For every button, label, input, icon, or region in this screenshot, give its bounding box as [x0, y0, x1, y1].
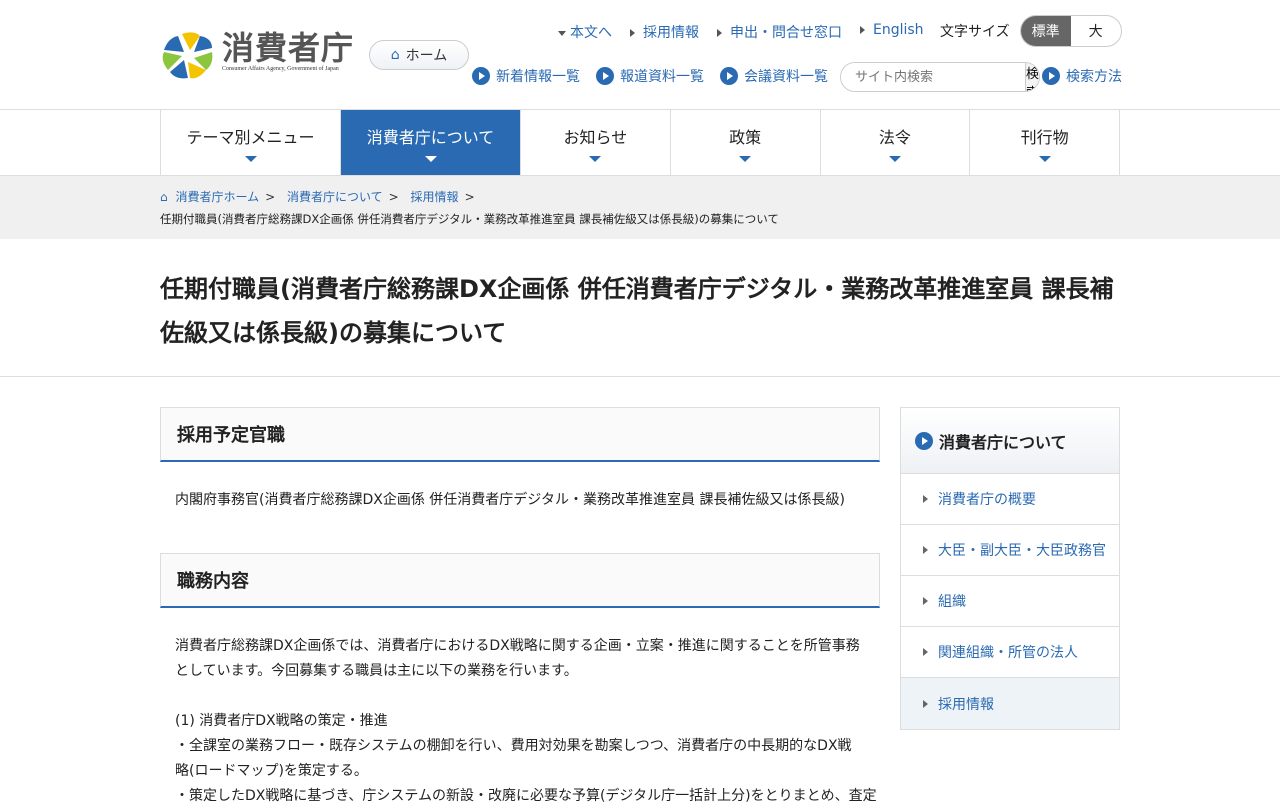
nav-theme-menu[interactable]: テーマ別メニュー: [161, 110, 341, 175]
logo[interactable]: 消費者庁 Consumer Affairs Agency, Government…: [160, 30, 354, 82]
sidebar-item-overview[interactable]: 消費者庁の概要: [901, 474, 1119, 525]
nav-policy[interactable]: 政策: [671, 110, 821, 175]
main-content: 採用予定官職 内閣府事務官(消費者庁総務課DX企画係 併任消費者庁デジタル・業務…: [160, 407, 880, 809]
global-nav: テーマ別メニュー 消費者庁について お知らせ 政策 法令 刊行物: [160, 110, 1120, 175]
arrow-circle-icon: [915, 431, 933, 450]
breadcrumb: ⌂ 消費者庁ホーム > 消費者庁について > 採用情報 > 任期付職員(消費者庁総務課…: [0, 176, 1280, 239]
font-standard-button[interactable]: 標準: [1020, 16, 1071, 46]
logo-pinwheel-icon: [162, 32, 213, 79]
header: 消費者庁 Consumer Affairs Agency, Government…: [0, 0, 1280, 110]
home-icon: ⌂: [160, 190, 168, 204]
site-search: 検索: [840, 62, 1040, 92]
utility-links: 本文へ 採用情報 申出・問合せ窓口 English: [558, 22, 924, 42]
nav-about[interactable]: 消費者庁について: [341, 110, 521, 175]
home-button[interactable]: ⌂ ホーム: [369, 40, 469, 70]
sub-links: 新着情報一覧 報道資料一覧 会議資料一覧: [472, 66, 828, 86]
arrow-circle-icon: [472, 67, 490, 85]
sidebar-heading: 消費者庁について: [901, 408, 1119, 474]
sidebar-item-related[interactable]: 関連組織・所管の法人: [901, 627, 1119, 678]
section-heading: 職務内容: [160, 553, 880, 608]
sidebar-item-ministers[interactable]: 大臣・副大臣・大臣政務官: [901, 525, 1119, 576]
nav-law[interactable]: 法令: [821, 110, 971, 175]
section-body: 内閣府事務官(消費者庁総務課DX企画係 併任消費者庁デジタル・業務改革推進室員 …: [175, 492, 845, 508]
arrow-circle-icon: [720, 67, 738, 85]
english-link[interactable]: English: [860, 22, 924, 42]
search-button[interactable]: 検索: [1025, 63, 1039, 91]
breadcrumb-about[interactable]: 消費者庁について: [287, 190, 383, 204]
press-list-link[interactable]: 報道資料一覧: [596, 66, 704, 86]
skip-to-content-link[interactable]: 本文へ: [558, 22, 612, 42]
sidebar: 消費者庁について 消費者庁の概要 大臣・副大臣・大臣政務官 組織 関連組織・所管…: [900, 407, 1120, 730]
contact-link[interactable]: 申出・問合せ窓口: [717, 22, 842, 42]
breadcrumb-current: 任期付職員(消費者庁総務課DX企画係 併任消費者庁デジタル・業務改革推進室員 課…: [160, 212, 779, 226]
duties-intro: 消費者庁総務課DX企画係では、消費者庁におけるDX戦略に関する企画・立案・推進に…: [175, 638, 860, 679]
search-help-link[interactable]: 検索方法: [1042, 66, 1122, 86]
logo-subtitle: Consumer Affairs Agency, Government of J…: [222, 66, 339, 72]
meeting-list-link[interactable]: 会議資料一覧: [720, 66, 828, 86]
nav-publications[interactable]: 刊行物: [970, 110, 1120, 175]
home-label: ホーム: [405, 48, 448, 64]
arrow-circle-icon: [1042, 67, 1060, 85]
duty-bullet: ・全課室の業務フロー・既存システムの棚卸を行い、費用対効果を勘案しつつ、消費者庁…: [175, 738, 852, 779]
sidebar-item-recruitment[interactable]: 採用情報: [901, 678, 1119, 729]
duty-item: (1) 消費者庁DX戦略の策定・推進: [175, 713, 388, 729]
arrow-circle-icon: [596, 67, 614, 85]
sidebar-item-organization[interactable]: 組織: [901, 576, 1119, 627]
font-large-button[interactable]: 大: [1071, 16, 1121, 46]
duty-bullet: ・策定したDX戦略に基づき、庁システムの新設・改廃に必要な予算(デジタル庁一括計…: [175, 788, 877, 804]
font-size-label: 文字サイズ: [940, 24, 1010, 40]
nav-news[interactable]: お知らせ: [521, 110, 671, 175]
font-size-switcher: 文字サイズ 標準大: [940, 15, 1122, 47]
breadcrumb-home[interactable]: 消費者庁ホーム: [175, 190, 259, 204]
home-icon: ⌂: [390, 47, 400, 63]
search-input[interactable]: [841, 63, 1025, 91]
section-heading: 採用予定官職: [160, 407, 880, 462]
breadcrumb-recruitment[interactable]: 採用情報: [411, 190, 459, 204]
page-title: 任期付職員(消費者庁総務課DX企画係 併任消費者庁デジタル・業務改革推進室員 課…: [160, 275, 1114, 347]
recruitment-link[interactable]: 採用情報: [630, 22, 699, 42]
news-list-link[interactable]: 新着情報一覧: [472, 66, 580, 86]
logo-title: 消費者庁: [222, 29, 355, 67]
